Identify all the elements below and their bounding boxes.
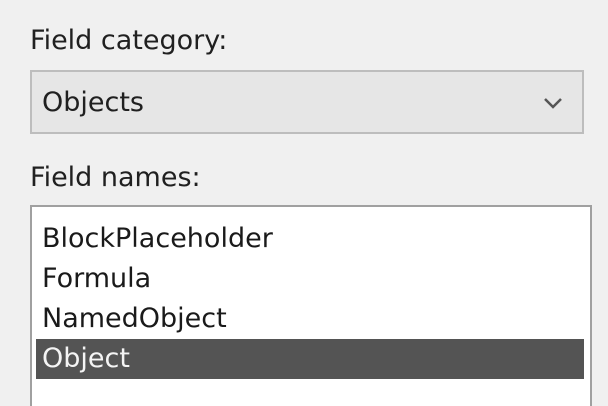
list-item-blockplaceholder[interactable]: BlockPlaceholder — [36, 219, 584, 259]
list-item-object[interactable]: Object — [36, 339, 584, 379]
field-category-selected-value: Objects — [42, 87, 145, 118]
field-names-listbox[interactable]: BlockPlaceholder Formula NamedObject Obj… — [30, 205, 592, 406]
field-names-label: Field names: — [30, 162, 201, 193]
field-dialog-panel: Field category: Objects Field names: Blo… — [0, 0, 608, 406]
list-item-namedobject[interactable]: NamedObject — [36, 299, 584, 339]
field-category-label: Field category: — [30, 25, 228, 56]
list-item-formula[interactable]: Formula — [36, 259, 584, 299]
field-category-dropdown[interactable]: Objects — [30, 70, 584, 134]
chevron-down-icon — [542, 92, 564, 114]
